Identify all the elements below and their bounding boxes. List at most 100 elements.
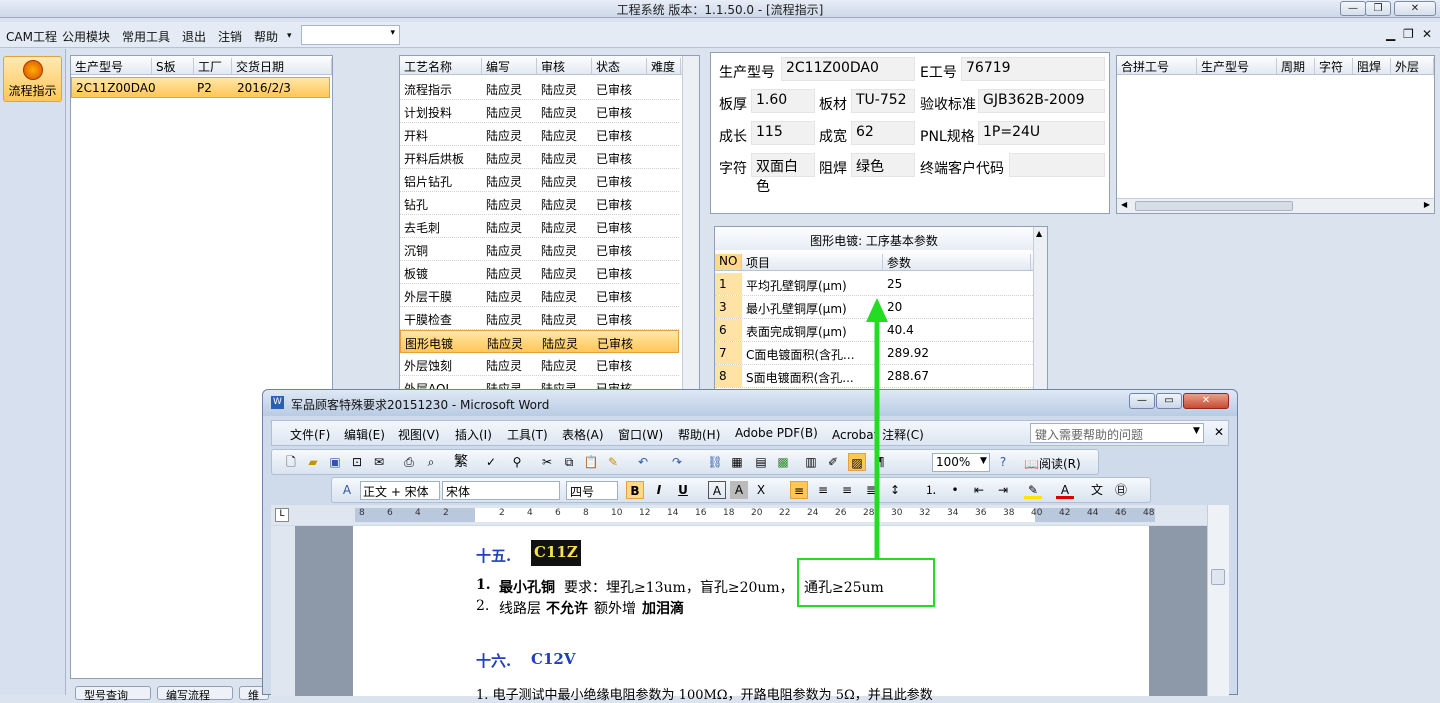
menu-help[interactable]: 帮助 <box>254 28 278 45</box>
menu-cam[interactable]: CAM工程 <box>6 28 57 45</box>
merge-scrollbar[interactable]: ◀ ▶ <box>1117 198 1434 213</box>
help-search-input[interactable]: 键入需要帮助的问题 <box>1030 423 1204 443</box>
word-menu-item[interactable]: 帮助(H) <box>678 426 720 443</box>
horizontal-ruler[interactable]: L 8 6 4 2 2 4 6 8 10 12 14 16 18 20 22 24 26 28 30 32 34 36 38… <box>271 505 1229 525</box>
table-row[interactable]: 1 平均孔壁铜厚(μm) 25 <box>715 273 1033 296</box>
params-scrollbar[interactable]: ▲ <box>1033 227 1047 395</box>
drawing-icon[interactable]: ✐ <box>824 453 842 471</box>
read-button[interactable]: 📖阅读(R) <box>1024 455 1081 472</box>
col-status[interactable]: 状态 <box>592 58 647 74</box>
col-reviewer[interactable]: 审核 <box>537 58 592 74</box>
help-dropdown-icon[interactable]: ▼ <box>1193 426 1200 436</box>
standard-field[interactable]: GJB362B-2009 <box>978 89 1105 113</box>
restore-button[interactable]: ❐ <box>1365 1 1391 16</box>
word-menu-item[interactable]: 窗口(W) <box>618 426 663 443</box>
char-border-icon[interactable]: A <box>708 481 726 499</box>
col-mask[interactable]: 阻焊 <box>1353 58 1391 74</box>
model-field[interactable]: 2C11Z00DA0 <box>781 57 915 81</box>
permission-icon[interactable]: ⊡ <box>348 453 366 471</box>
align-left-icon[interactable]: ≡ <box>790 481 808 499</box>
align-right-icon[interactable]: ≡ <box>838 481 856 499</box>
col-value[interactable]: 参数 <box>883 254 1031 270</box>
table-row[interactable]: 流程指示 陆应灵 陆应灵 已审核 <box>400 77 679 100</box>
mask-field[interactable]: 绿色 <box>851 153 915 177</box>
col-process[interactable]: 工艺名称 <box>400 58 482 74</box>
char-shading-icon[interactable]: A <box>730 481 748 499</box>
process-scrollbar[interactable] <box>682 56 699 399</box>
material-field[interactable]: TU-752 <box>851 89 915 113</box>
model-query-button[interactable]: 型号查询 <box>75 686 151 702</box>
width-field[interactable]: 62 <box>851 121 915 145</box>
open-icon[interactable]: ▰ <box>304 453 322 471</box>
col-writer[interactable]: 编写 <box>482 58 537 74</box>
hyperlink-icon[interactable]: ⛓ <box>706 453 724 471</box>
table-row[interactable]: 铝片钻孔 陆应灵 陆应灵 已审核 <box>400 169 679 192</box>
enclose-char-icon[interactable]: ㊐ <box>1112 481 1130 499</box>
write-flow-button[interactable]: 编写流程 <box>157 686 233 702</box>
research-icon[interactable]: ⚲ <box>508 453 526 471</box>
table-row[interactable]: 沉铜 陆应灵 陆应灵 已审核 <box>400 238 679 261</box>
col-s[interactable]: S板 <box>152 58 194 74</box>
paste-icon[interactable]: 📋 <box>582 453 600 471</box>
col-merge-model[interactable]: 生产型号 <box>1197 58 1277 74</box>
mdi-minimize-icon[interactable]: ▁ <box>1386 27 1395 41</box>
col-difficulty[interactable]: 难度 <box>647 58 681 74</box>
col-legend[interactable]: 字符 <box>1315 58 1353 74</box>
col-date[interactable]: 交货日期 <box>232 58 332 74</box>
highlight-icon[interactable]: ✎ <box>1024 481 1042 499</box>
word-menu-item[interactable]: 编辑(E) <box>344 426 385 443</box>
print-icon[interactable]: ⎙ <box>400 453 418 471</box>
font-select[interactable]: 宋体 <box>442 481 560 500</box>
scroll-up-icon[interactable]: ▲ <box>1036 229 1042 238</box>
bullets-icon[interactable]: • <box>946 481 964 499</box>
word-scroll-thumb[interactable] <box>1211 569 1225 585</box>
columns-icon[interactable]: ▥ <box>802 453 820 471</box>
length-field[interactable]: 115 <box>751 121 815 145</box>
insert-table-icon[interactable]: ▤ <box>752 453 770 471</box>
italic-button[interactable]: I <box>650 481 668 499</box>
table-row[interactable]: 板镀 陆应灵 陆应灵 已审核 <box>400 261 679 284</box>
document-page[interactable] <box>353 526 1149 696</box>
undo-icon[interactable]: ↶ <box>634 453 652 471</box>
thickness-field[interactable]: 1.60 <box>751 89 815 113</box>
menu-public[interactable]: 公用模块 <box>62 28 110 45</box>
traditional-chinese-icon[interactable]: 繁 <box>452 453 470 471</box>
tab-selector-icon[interactable]: L <box>275 508 289 522</box>
new-icon[interactable]: 🗋 <box>282 453 300 471</box>
table-row[interactable]: 开料后烘板 陆应灵 陆应灵 已审核 <box>400 146 679 169</box>
table-row[interactable]: 图形电镀 陆应灵 陆应灵 已审核 <box>400 330 679 353</box>
menu-logout[interactable]: 注销 <box>218 28 242 45</box>
scroll-right-icon[interactable]: ▶ <box>1424 200 1430 209</box>
redo-icon[interactable]: ↷ <box>668 453 686 471</box>
table-row[interactable]: 钻孔 陆应灵 陆应灵 已审核 <box>400 192 679 215</box>
word-menu-item[interactable]: 插入(I) <box>455 426 492 443</box>
decrease-indent-icon[interactable]: ⇤ <box>970 481 988 499</box>
increase-indent-icon[interactable]: ⇥ <box>994 481 1012 499</box>
pnl-field[interactable]: 1P=24U <box>978 121 1105 145</box>
word-vscroll[interactable] <box>1207 505 1229 696</box>
minimize-button[interactable]: — <box>1340 1 1366 16</box>
legend-field[interactable]: 双面白色 <box>751 153 815 195</box>
vertical-ruler[interactable] <box>271 526 295 696</box>
scroll-thumb[interactable] <box>1135 201 1293 211</box>
col-item[interactable]: 项目 <box>742 254 883 270</box>
word-menu-item[interactable]: 表格(A) <box>562 426 604 443</box>
zoom-dropdown-icon[interactable]: ▼ <box>980 456 987 466</box>
save-icon[interactable]: ▣ <box>326 453 344 471</box>
size-select[interactable]: 四号 <box>566 481 618 500</box>
eno-field[interactable]: 76719 <box>961 57 1105 81</box>
email-icon[interactable]: ✉ <box>370 453 388 471</box>
close-button[interactable]: ✕ <box>1394 1 1436 16</box>
table-row[interactable]: 去毛刺 陆应灵 陆应灵 已审核 <box>400 215 679 238</box>
customer-field[interactable] <box>1009 153 1105 177</box>
word-menu-item[interactable]: Adobe PDF(B) <box>735 426 818 440</box>
char-scaling-icon[interactable]: X <box>752 481 770 499</box>
insert-excel-icon[interactable]: ▩ <box>774 453 792 471</box>
menu-combo[interactable]: ▾ <box>301 25 400 45</box>
word-maximize-button[interactable]: ▭ <box>1156 393 1182 409</box>
phonetic-guide-icon[interactable]: 文 <box>1088 481 1106 499</box>
word-menu-item[interactable]: 工具(T) <box>507 426 548 443</box>
table-row[interactable]: 计划投料 陆应灵 陆应灵 已审核 <box>400 100 679 123</box>
sidebar-item-flow[interactable]: 流程指示 <box>3 56 62 102</box>
scroll-left-icon[interactable]: ◀ <box>1121 200 1127 209</box>
